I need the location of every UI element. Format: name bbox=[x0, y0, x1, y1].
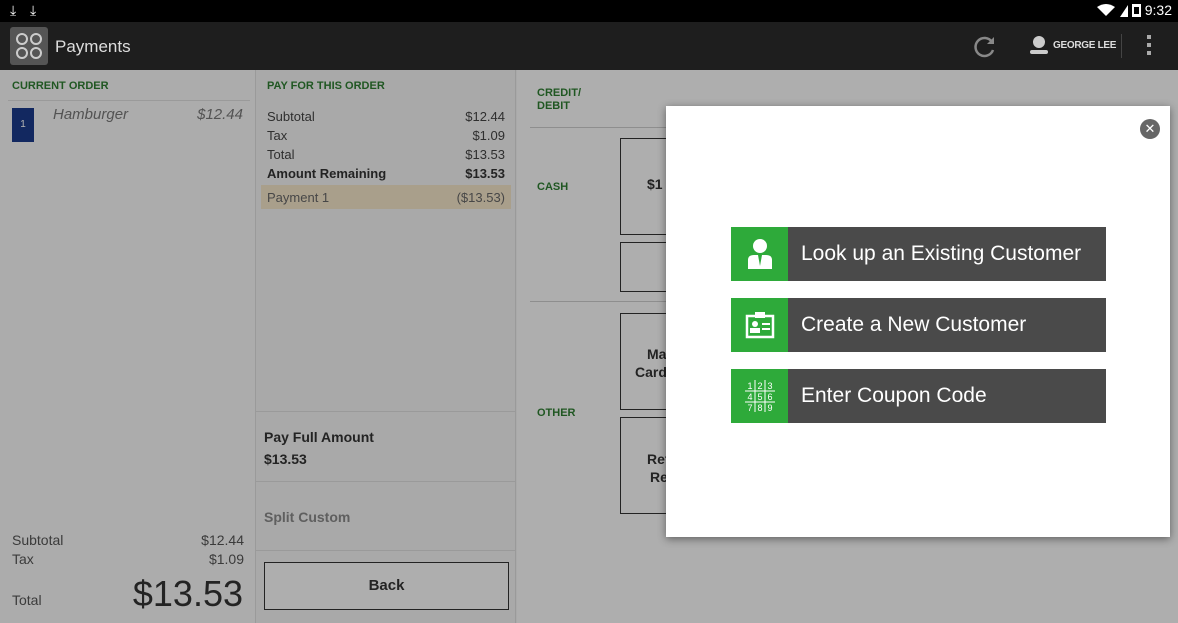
svg-text:7: 7 bbox=[747, 403, 752, 412]
status-bar: ⤓ ⤓ 9:32 bbox=[0, 0, 1178, 22]
svg-text:1: 1 bbox=[747, 381, 752, 391]
create-customer-label: Create a New Customer bbox=[801, 313, 1027, 336]
svg-text:6: 6 bbox=[767, 392, 772, 402]
user-account-button[interactable]: GEORGE LEE bbox=[1029, 35, 1116, 55]
user-name: GEORGE LEE bbox=[1053, 39, 1117, 51]
battery-icon bbox=[1131, 4, 1141, 17]
lookup-customer-button[interactable]: Look up an Existing Customer bbox=[731, 227, 1106, 281]
svg-text:4: 4 bbox=[747, 392, 752, 402]
signal-icon bbox=[1119, 5, 1128, 17]
id-card-icon bbox=[731, 298, 788, 352]
page-title: Payments bbox=[55, 37, 131, 56]
customer-icon bbox=[731, 227, 788, 281]
svg-text:5: 5 bbox=[757, 392, 762, 402]
enter-coupon-button[interactable]: 123 456 789 Enter Coupon Code bbox=[731, 369, 1106, 423]
close-icon[interactable]: ✕ bbox=[1140, 119, 1160, 139]
svg-text:2: 2 bbox=[757, 381, 762, 391]
status-time: 9:32 bbox=[1144, 2, 1172, 18]
app-logo-icon[interactable] bbox=[10, 27, 48, 65]
enter-coupon-label: Enter Coupon Code bbox=[801, 384, 987, 407]
overflow-menu-icon[interactable] bbox=[1145, 35, 1153, 59]
divider bbox=[1121, 34, 1122, 58]
refresh-icon[interactable] bbox=[972, 34, 998, 60]
svg-text:9: 9 bbox=[767, 403, 772, 412]
svg-text:3: 3 bbox=[767, 381, 772, 391]
keypad-icon: 123 456 789 bbox=[731, 369, 788, 423]
svg-text:8: 8 bbox=[757, 403, 762, 412]
wifi-icon bbox=[1096, 4, 1115, 16]
customer-options-dialog: ✕ Look up an Existing Customer Create a … bbox=[666, 106, 1170, 537]
download-icon: ⤓ bbox=[30, 2, 37, 18]
app-bar: Payments GEORGE LEE bbox=[0, 22, 1178, 70]
create-customer-button[interactable]: Create a New Customer bbox=[731, 298, 1106, 352]
user-icon bbox=[1030, 36, 1048, 54]
lookup-customer-label: Look up an Existing Customer bbox=[801, 242, 1082, 265]
status-icons: 9:32 bbox=[1096, 2, 1172, 18]
download-icon: ⤓ bbox=[10, 2, 17, 18]
